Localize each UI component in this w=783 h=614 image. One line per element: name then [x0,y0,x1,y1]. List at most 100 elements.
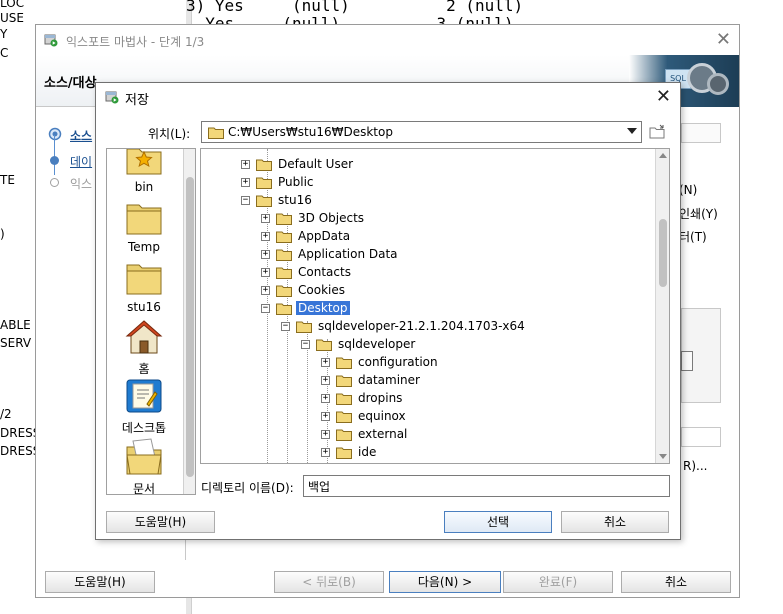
scroll-up-icon[interactable] [659,153,667,158]
expand-icon[interactable]: + [261,267,270,277]
expand-icon[interactable]: + [261,285,270,295]
tree-item[interactable]: + Application Data [261,245,400,263]
film-reel-icon [707,73,729,95]
tree-item[interactable]: + dropins [321,389,404,407]
tree-item[interactable]: + AppData [261,227,352,245]
tree-item[interactable]: + Public [241,173,316,191]
step-connector [54,135,55,175]
collapse-icon[interactable]: − [301,339,310,349]
chevron-down-icon[interactable] [627,128,637,134]
tree-item[interactable]: +3D Objects [261,209,366,227]
file-path-input[interactable] [681,427,721,447]
wizard-cancel-button[interactable]: 취소 [621,571,731,593]
tree-item-label: external [358,427,408,441]
documents-icon [126,438,162,475]
tree-item-label: dropins [358,391,403,405]
tree-item[interactable]: + Cookies [261,281,347,299]
tree-item[interactable]: − sqldeveloper-21.2.1.204.1703-x64 [281,317,527,335]
tree-item-label: 3D Objects [298,211,365,225]
tree-item[interactable]: − stu16 [241,191,314,209]
place-label: 문서 [132,482,156,495]
dialog-cancel-button[interactable]: 취소 [561,511,669,533]
folder-icon [256,159,272,171]
browse-button-label[interactable]: R)... [683,459,707,473]
expand-icon[interactable]: + [321,393,330,403]
folder-tree: + Default User + Public − stu16 +3D Objects + Ap… [200,148,670,464]
bg-fragment: SERV [0,336,32,350]
wizard-back-button[interactable]: < 뒤로(B) [274,571,384,593]
folder-icon [296,321,312,333]
place-label: 데스크톱 [121,421,167,435]
tree-item[interactable]: − Desktop [261,299,350,317]
option-label: 인쇄(Y) [679,207,718,221]
wizard-step-source[interactable]: 소스 [70,127,92,144]
tree-item[interactable]: + equinox [321,407,408,425]
dialog-select-button[interactable]: 선택 [444,511,552,533]
dialog-close-icon[interactable]: ✕ [656,86,671,107]
folder-icon [208,127,224,139]
tree-item[interactable]: + configuration [321,353,440,371]
home-icon [125,320,163,354]
expand-icon[interactable]: + [321,411,330,421]
expand-icon[interactable]: + [321,357,330,367]
grid-row: 3) Yes (null) 2 (null) [186,0,524,15]
expand-icon[interactable]: + [261,213,270,223]
tree-item[interactable]: + dataminer [321,371,422,389]
wizard-help-button[interactable]: 도움말(H) [45,571,155,593]
collapse-icon[interactable]: − [261,303,270,313]
current-step-icon [48,127,62,141]
expand-icon[interactable]: + [261,231,270,241]
places-scroll-thumb[interactable] [186,177,194,477]
collapse-icon[interactable]: − [241,195,250,205]
place-documents[interactable]: 문서 [107,437,181,495]
tree-scrollbar[interactable] [655,149,669,463]
places-scrollbar[interactable] [183,149,195,494]
directory-name-input[interactable] [303,475,670,497]
star-folder-icon [126,149,162,175]
wizard-finish-button[interactable]: 완료(F) [503,571,613,593]
folder-icon [336,429,352,441]
expand-icon[interactable]: + [321,447,330,457]
tree-item-label: dataminer [358,373,420,387]
tree-item[interactable]: + Default User [241,155,355,173]
wizard-step-data[interactable]: 데이 [70,153,92,170]
up-folder-icon[interactable] [647,122,667,142]
scroll-down-icon[interactable] [659,454,667,459]
bg-fragment: TE [0,173,15,187]
bg-fragment: C [0,46,9,60]
tree-item[interactable]: + external [321,425,409,443]
expand-icon[interactable]: + [241,177,250,187]
step-dot-icon [50,178,59,187]
place-temp[interactable]: Temp [107,201,181,254]
wizard-titlebar: 익스포트 마법사 - 단계 1/3 ✕ [36,25,739,55]
tree-item-label: AppData [298,229,351,243]
wizard-close-icon[interactable]: ✕ [716,29,731,50]
place-home[interactable]: 홈 [107,319,181,377]
tree-scroll-thumb[interactable] [659,219,667,287]
expand-icon[interactable]: + [321,375,330,385]
wizard-step-export[interactable]: 익스 [70,175,92,192]
save-dialog: 저장 ✕ 위치(L): C:₩Users₩stu16₩Desktop bin T… [95,82,681,540]
tree-item[interactable]: + ide [321,443,378,461]
dialog-app-icon [105,91,119,104]
tree-item[interactable]: + Contacts [261,263,353,281]
place-label: stu16 [127,300,161,314]
place-stu16[interactable]: stu16 [107,261,181,314]
encoding-combo[interactable] [681,351,693,371]
location-combo[interactable]: C:₩Users₩stu16₩Desktop [201,121,642,143]
tree-item[interactable]: − sqldeveloper [301,335,417,353]
place-desktop[interactable]: 데스크톱 [107,378,181,436]
folder-icon [316,339,332,351]
expand-icon[interactable]: + [241,159,250,169]
folder-icon [336,393,352,405]
expand-icon[interactable]: + [321,429,330,439]
folder-icon [276,231,292,243]
bg-fragment: /2 [0,407,12,421]
folder-icon [276,285,292,297]
wizard-next-button[interactable]: 다음(N) > [389,571,501,593]
dialog-help-button[interactable]: 도움말(H) [106,511,215,533]
expand-icon[interactable]: + [261,249,270,259]
format-combo[interactable] [681,123,721,143]
collapse-icon[interactable]: − [281,321,290,331]
place-bin[interactable]: bin [107,149,181,194]
